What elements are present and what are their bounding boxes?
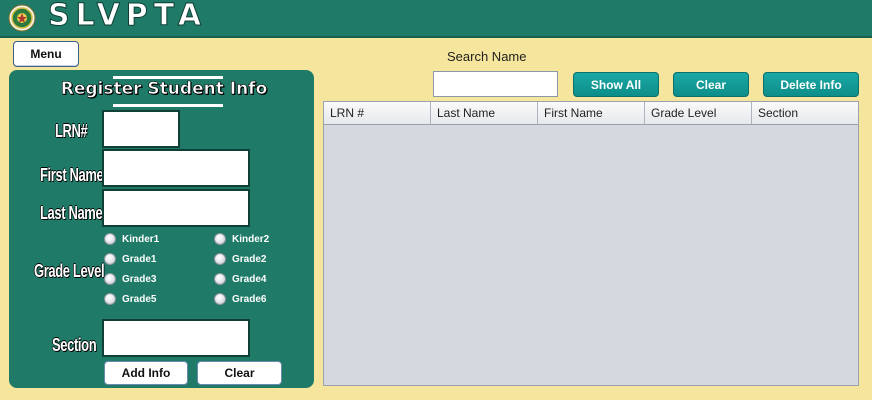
radio-label: Kinder1 [122,233,160,245]
radio-button-icon[interactable] [214,233,226,245]
last-name-input[interactable] [102,189,250,227]
radio-grade3[interactable]: Grade3 [104,273,156,285]
table-header: LRN # Last Name First Name Grade Level S… [324,102,858,125]
radio-label: Kinder2 [232,233,270,245]
section-label: Section [52,335,97,355]
grade-level-label: Grade Level [34,261,105,281]
lrn-input[interactable] [102,110,180,148]
radio-label: Grade1 [122,253,157,265]
menu-button[interactable]: Menu [13,41,79,67]
column-header-grade-level[interactable]: Grade Level [645,102,752,124]
register-clear-button[interactable]: Clear [197,361,282,385]
radio-grade4[interactable]: Grade4 [214,273,266,285]
radio-button-icon[interactable] [214,273,226,285]
radio-grade6[interactable]: Grade6 [214,293,266,305]
radio-button-icon[interactable] [104,233,116,245]
search-name-input[interactable] [433,71,558,97]
radio-kinder2[interactable]: Kinder2 [214,233,269,245]
register-panel: Register Student Info LRN# First Name La… [9,70,314,388]
title-bar: SLVPTA [0,0,872,38]
radio-button-icon[interactable] [214,253,226,265]
last-name-label: Last Name [40,203,103,223]
register-title: Register Student Info [60,79,268,100]
search-clear-button[interactable]: Clear [673,72,749,97]
search-name-label: Search Name [447,49,527,64]
radio-grade1[interactable]: Grade1 [104,253,156,265]
radio-button-icon[interactable] [104,293,116,305]
delete-info-button[interactable]: Delete Info [763,72,859,97]
school-seal-icon [8,4,36,32]
radio-grade5[interactable]: Grade5 [104,293,156,305]
radio-grade2[interactable]: Grade2 [214,253,266,265]
radio-kinder1[interactable]: Kinder1 [104,233,159,245]
radio-label: Grade3 [122,273,157,285]
first-name-input[interactable] [102,149,250,187]
radio-button-icon[interactable] [104,253,116,265]
column-header-first-name[interactable]: First Name [538,102,645,124]
first-name-label: First Name [40,165,104,185]
radio-label: Grade5 [122,293,157,305]
app-title: SLVPTA [47,0,208,34]
radio-label: Grade4 [232,273,267,285]
lrn-label: LRN# [55,121,88,141]
radio-button-icon[interactable] [214,293,226,305]
student-table[interactable]: LRN # Last Name First Name Grade Level S… [323,101,859,386]
radio-label: Grade6 [232,293,267,305]
column-header-lrn[interactable]: LRN # [324,102,431,124]
radio-label: Grade2 [232,253,267,265]
column-header-section[interactable]: Section [752,102,858,124]
radio-button-icon[interactable] [104,273,116,285]
column-header-last-name[interactable]: Last Name [431,102,538,124]
section-input[interactable] [102,319,250,357]
title-decoration-bottom [113,104,223,107]
show-all-button[interactable]: Show All [573,72,659,97]
add-info-button[interactable]: Add Info [104,361,188,385]
